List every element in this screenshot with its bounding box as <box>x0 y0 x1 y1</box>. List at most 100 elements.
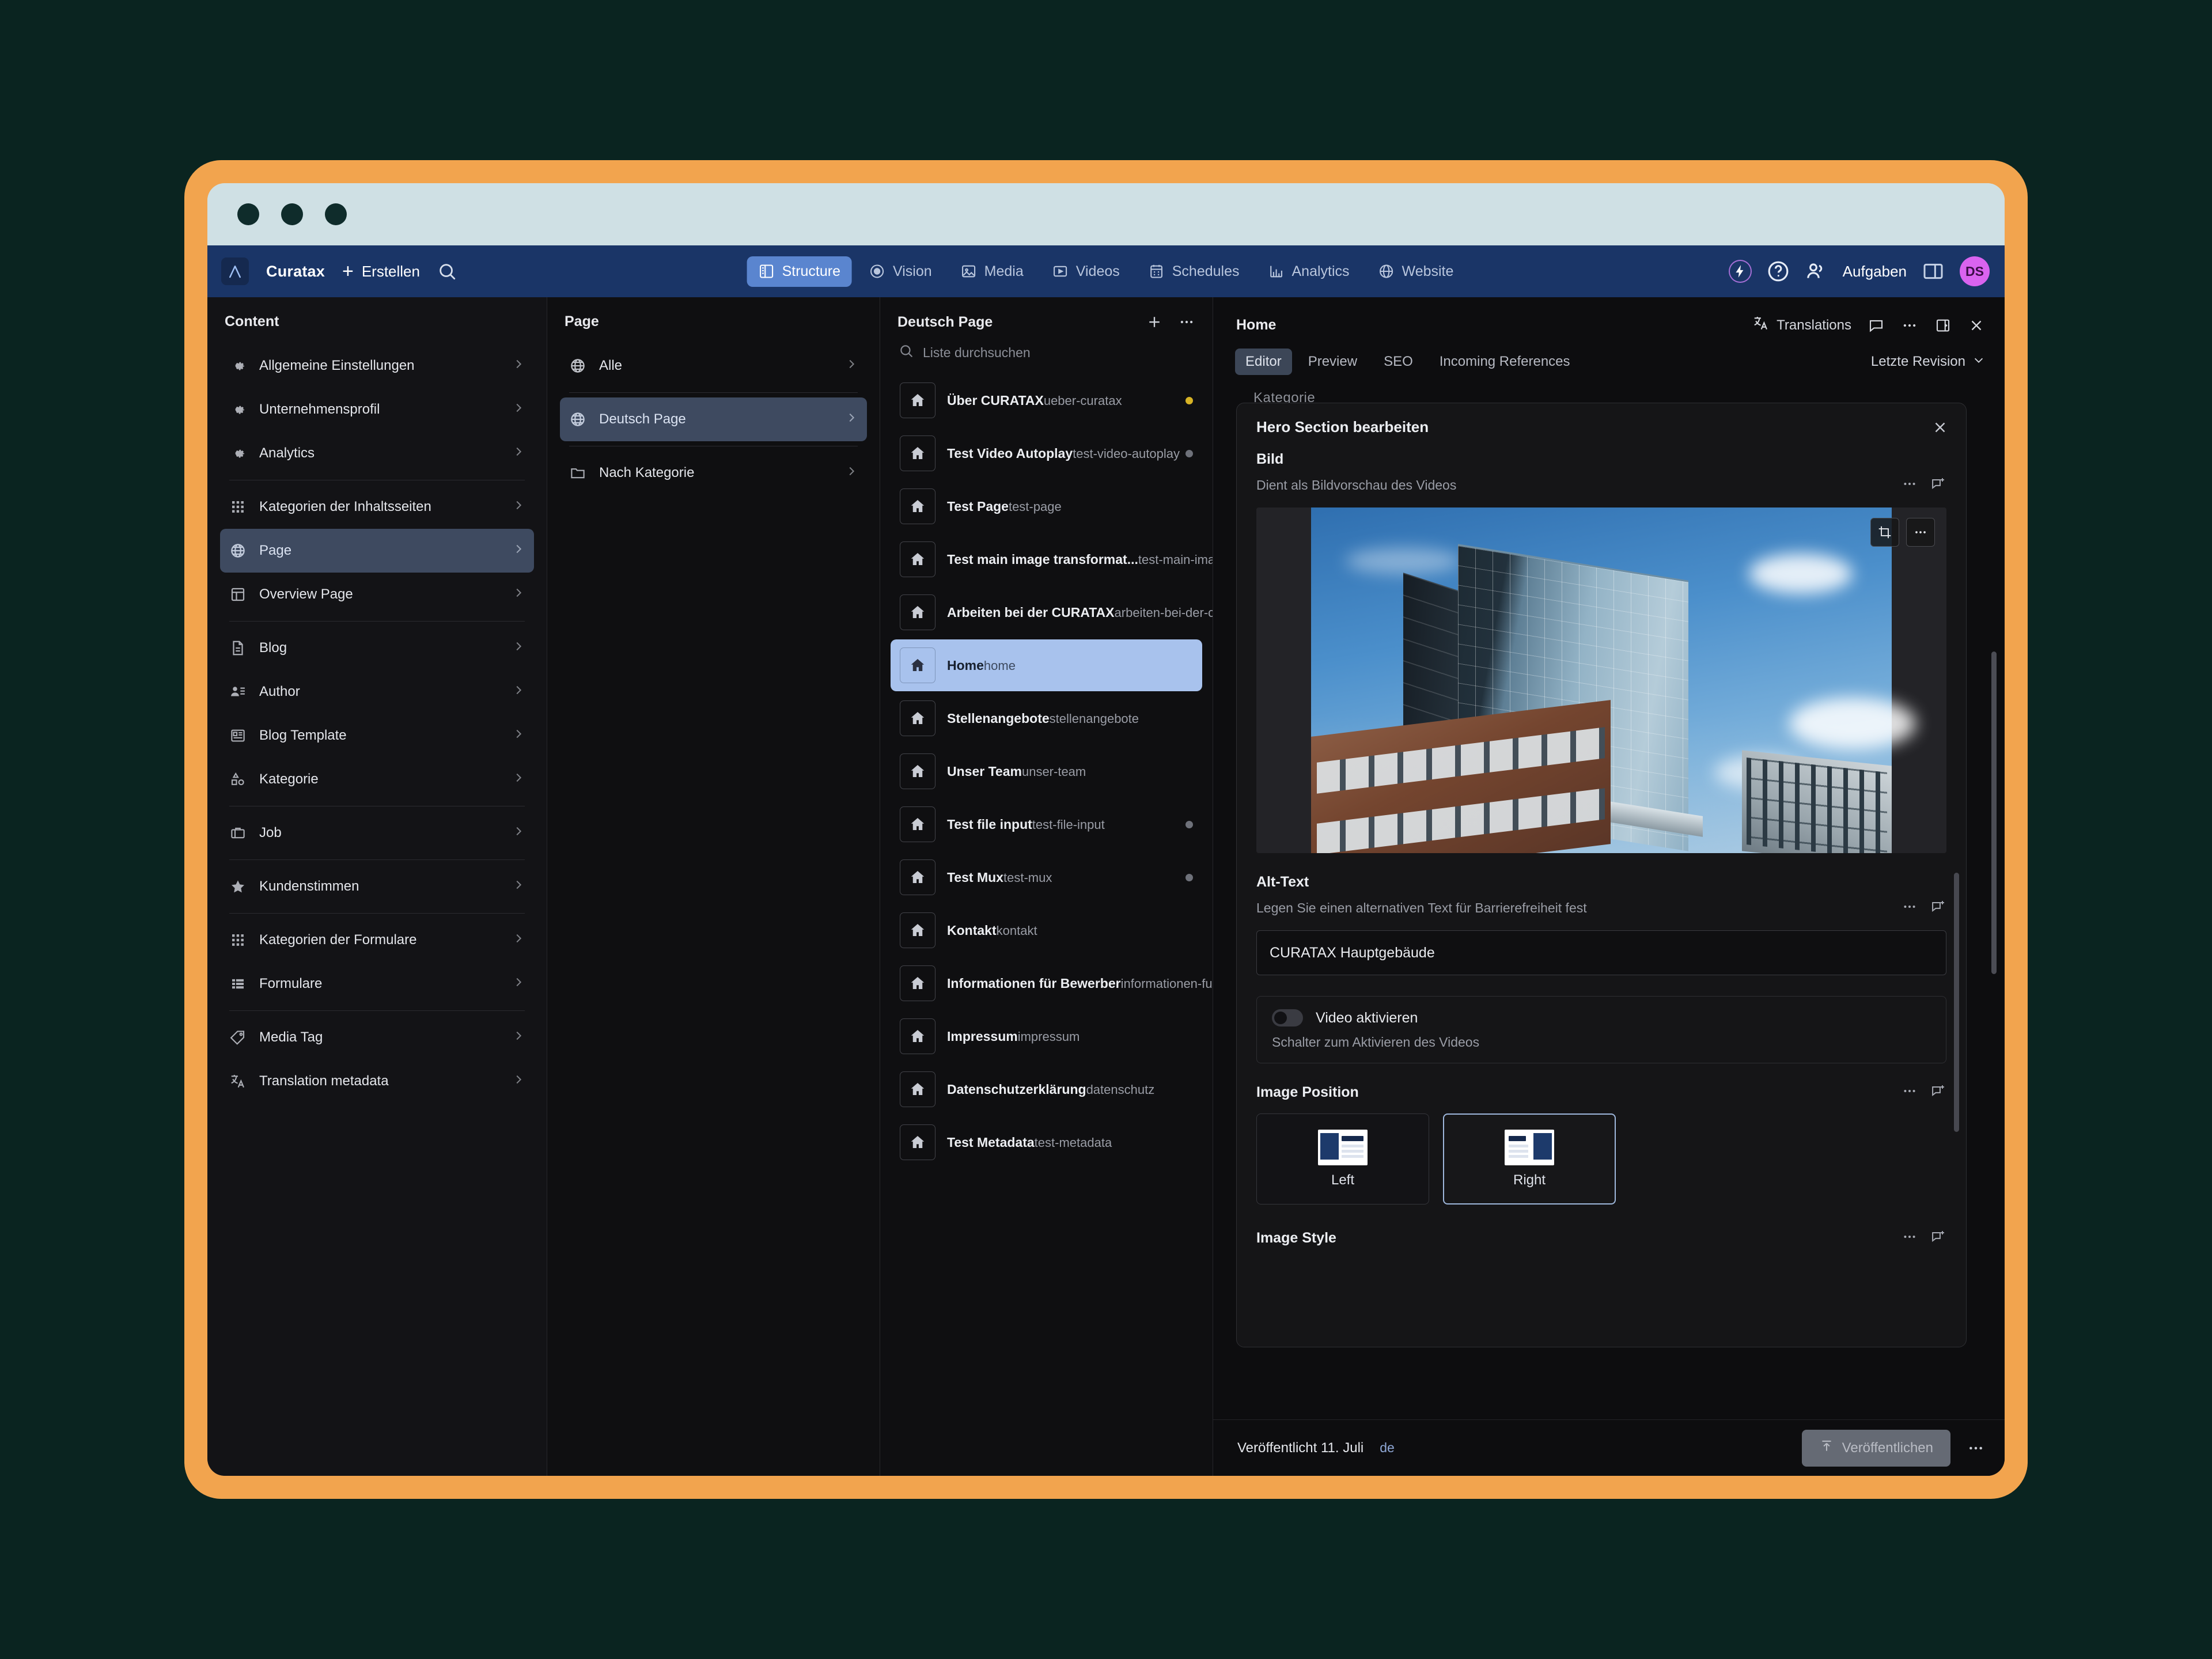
sidebar-item-kategorien-der-formulare[interactable]: Kategorien der Formulare <box>220 918 534 962</box>
tab-incoming-references[interactable]: Incoming References <box>1429 349 1581 375</box>
video-toggle-card: Video aktivieren Schalter zum Aktivieren… <box>1256 996 1946 1063</box>
document-list-item[interactable]: Über CURATAXueber-curatax <box>891 374 1202 426</box>
more-horizontal-icon[interactable] <box>1906 518 1935 547</box>
close-icon[interactable] <box>1931 419 1949 436</box>
image-position-option-left[interactable]: Left <box>1256 1113 1429 1205</box>
hero-dialog-body: Bild Dient als Bildvorschau des Videos <box>1237 446 1966 1347</box>
sidebar-item-unternehmensprofil[interactable]: Unternehmensprofil <box>220 388 534 431</box>
more-horizontal-icon[interactable] <box>1902 899 1918 918</box>
image-preview[interactable] <box>1256 507 1946 853</box>
sidebar-item-blog[interactable]: Blog <box>220 626 534 670</box>
field-alt-text: Alt-Text Legen Sie einen alternativen Te… <box>1256 874 1946 975</box>
divider <box>229 1010 525 1011</box>
add-comment-icon[interactable] <box>1930 476 1946 495</box>
traffic-light-minimize[interactable] <box>281 203 303 225</box>
sidebar-item-kundenstimmen[interactable]: Kundenstimmen <box>220 865 534 908</box>
sidebar-item-overview-page[interactable]: Overview Page <box>220 573 534 616</box>
nav-tab-media[interactable]: Media <box>949 256 1035 287</box>
tab-editor[interactable]: Editor <box>1235 349 1292 375</box>
document-list-item[interactable]: Test Muxtest-mux <box>891 851 1202 903</box>
add-comment-icon[interactable] <box>1930 1229 1946 1248</box>
translate-icon <box>1752 315 1770 336</box>
people-icon[interactable] <box>1805 260 1828 283</box>
layout-left-icon <box>1318 1130 1368 1165</box>
split-panel-icon[interactable] <box>1934 317 1952 334</box>
plus-icon[interactable] <box>1146 313 1163 331</box>
split-panel-icon[interactable] <box>1922 260 1945 283</box>
page-item-nach-kategorie[interactable]: Nach Kategorie <box>560 451 867 495</box>
page-item-deutsch-page[interactable]: Deutsch Page <box>560 397 867 441</box>
alt-text-input[interactable] <box>1256 930 1946 975</box>
document-list-item[interactable]: Stellenangebotestellenangebote <box>891 692 1202 744</box>
sidebar-item-blog-template[interactable]: Blog Template <box>220 714 534 757</box>
document-list-item[interactable]: Test Metadatatest-metadata <box>891 1116 1202 1168</box>
crop-icon[interactable] <box>1870 518 1899 547</box>
nav-tab-videos[interactable]: Videos <box>1041 256 1131 287</box>
search-input[interactable]: Liste durchsuchen <box>880 341 1213 374</box>
sidebar-item-kategorie[interactable]: Kategorie <box>220 757 534 801</box>
traffic-light-maximize[interactable] <box>325 203 347 225</box>
document-list-item-text: Datenschutzerklärungdatenschutz <box>947 1082 1169 1097</box>
sidebar-item-analytics[interactable]: Analytics <box>220 431 534 475</box>
language-badge[interactable]: de <box>1380 1440 1395 1456</box>
home-icon <box>900 965 935 1001</box>
revision-selector[interactable]: Letzte Revision <box>1871 354 1985 370</box>
more-horizontal-icon[interactable] <box>1178 313 1195 331</box>
document-list-item[interactable]: Test file inputtest-file-input <box>891 798 1202 850</box>
more-horizontal-icon[interactable] <box>1902 1083 1918 1102</box>
nav-tab-structure[interactable]: Structure <box>747 256 852 287</box>
avatar[interactable]: DS <box>1960 256 1990 286</box>
brand-logo-icon[interactable] <box>221 257 249 285</box>
publish-button[interactable]: Veröffentlichen <box>1802 1430 1950 1467</box>
question-icon[interactable] <box>1767 260 1790 283</box>
add-comment-icon[interactable] <box>1930 899 1946 918</box>
document-list-item[interactable]: Kontaktkontakt <box>891 904 1202 956</box>
sidebar-item-job[interactable]: Job <box>220 811 534 855</box>
more-horizontal-icon[interactable] <box>1902 476 1918 495</box>
document-list-item-text: Test Muxtest-mux <box>947 870 1169 885</box>
traffic-light-close[interactable] <box>237 203 259 225</box>
more-horizontal-icon[interactable] <box>1901 317 1918 334</box>
page-item-alle[interactable]: Alle <box>560 344 867 388</box>
translations-button[interactable]: Translations <box>1752 315 1851 336</box>
home-icon <box>900 647 935 683</box>
nav-tab-website[interactable]: Website <box>1367 256 1465 287</box>
lightning-icon[interactable] <box>1729 260 1752 283</box>
sidebar-item-page[interactable]: Page <box>220 529 534 573</box>
nav-tab-schedules[interactable]: Schedules <box>1137 256 1251 287</box>
sidebar-item-author[interactable]: Author <box>220 670 534 714</box>
sidebar-item-translation-metadata[interactable]: Translation metadata <box>220 1059 534 1103</box>
add-comment-icon[interactable] <box>1930 1083 1946 1102</box>
tasks-button[interactable]: Aufgaben <box>1843 263 1907 281</box>
document-scrollbar[interactable] <box>1991 652 1997 974</box>
sidebar-item-formulare[interactable]: Formulare <box>220 962 534 1006</box>
document-list-item[interactable]: Test Video Autoplaytest-video-autoplay <box>891 427 1202 479</box>
sidebar-item-kategorien-der-inhaltsseiten[interactable]: Kategorien der Inhaltsseiten <box>220 485 534 529</box>
create-button[interactable]: + Erstellen <box>342 262 420 281</box>
document-list-item[interactable]: Informationen für Bewerberinformationen-… <box>891 957 1202 1009</box>
more-horizontal-icon[interactable] <box>1902 1229 1918 1248</box>
comment-icon[interactable] <box>1868 317 1885 334</box>
document-list-item[interactable]: Impressumimpressum <box>891 1010 1202 1062</box>
close-icon[interactable] <box>1968 317 1985 334</box>
document-list-item[interactable]: Unser Teamunser-team <box>891 745 1202 797</box>
image-position-option-right[interactable]: Right <box>1443 1113 1616 1205</box>
sidebar-item-allgemeine-einstellungen[interactable]: Allgemeine Einstellungen <box>220 344 534 388</box>
search-icon[interactable] <box>437 262 457 281</box>
video-enable-toggle[interactable] <box>1272 1009 1303 1027</box>
globe-icon <box>229 542 247 559</box>
tab-preview[interactable]: Preview <box>1298 349 1368 375</box>
document-list-item[interactable]: Datenschutzerklärungdatenschutz <box>891 1063 1202 1115</box>
building-photo <box>1311 507 1892 853</box>
nav-tab-analytics[interactable]: Analytics <box>1257 256 1361 287</box>
hero-dialog-scrollbar[interactable] <box>1954 873 1959 1132</box>
document-list-item[interactable]: Test main image transformat...test-main-… <box>891 533 1202 585</box>
more-horizontal-icon[interactable] <box>1967 1439 1985 1457</box>
sidebar-item-media-tag[interactable]: Media Tag <box>220 1016 534 1059</box>
tab-seo[interactable]: SEO <box>1373 349 1423 375</box>
document-list-item[interactable]: Homehome <box>891 639 1202 691</box>
document-list-item[interactable]: Arbeiten bei der CURATAXarbeiten-bei-der… <box>891 586 1202 638</box>
brand-name[interactable]: Curatax <box>266 263 325 281</box>
document-list-item[interactable]: Test Pagetest-page <box>891 480 1202 532</box>
nav-tab-vision[interactable]: Vision <box>858 256 944 287</box>
